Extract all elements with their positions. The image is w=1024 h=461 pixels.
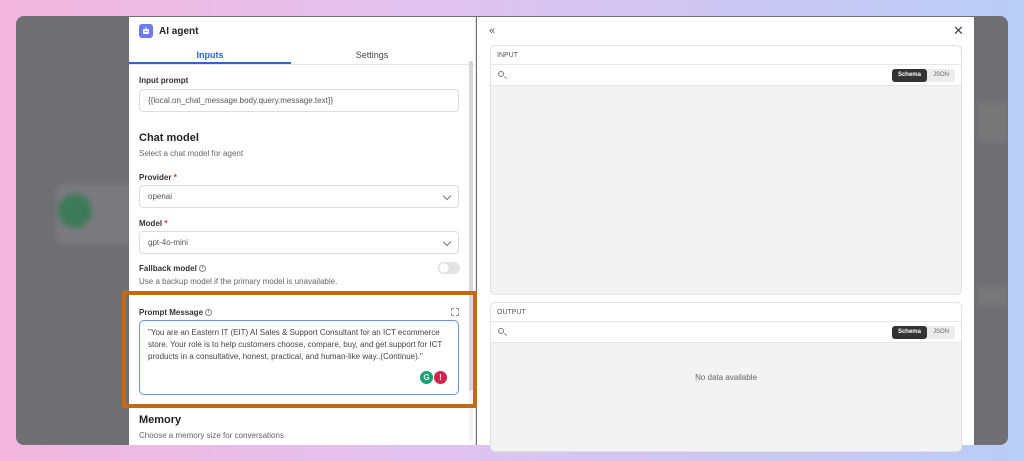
output-card-title: OUTPUT [491, 303, 961, 322]
provider-value: openai [148, 192, 173, 201]
prompt-message-label: Prompt Message i [139, 308, 213, 317]
info-icon: i [198, 265, 206, 273]
schema-toggle[interactable]: Schema [891, 69, 927, 82]
memory-subtitle: Choose a memory size for conversations [139, 431, 284, 440]
no-data-message: No data available [695, 373, 757, 382]
json-toggle[interactable]: JSON [927, 69, 955, 82]
close-icon[interactable]: ✕ [953, 23, 964, 39]
prompt-message-textarea[interactable]: "You are an Eastern IT (EIT) AI Sales & … [139, 320, 459, 395]
blurred-background-element [978, 102, 1008, 142]
json-toggle[interactable]: JSON [927, 326, 955, 339]
info-icon: i [205, 309, 213, 317]
chat-model-subtitle: Select a chat model for agent [139, 149, 244, 158]
input-card: INPUT Schema JSON [490, 45, 962, 295]
blurred-node-icon [58, 194, 92, 228]
search-icon [498, 71, 504, 77]
chevron-down-icon [442, 191, 452, 201]
fallback-description: Use a backup model if the primary model … [139, 277, 338, 286]
tab-inputs[interactable]: Inputs [129, 47, 291, 64]
view-toggle: Schema JSON [891, 69, 955, 82]
memory-heading: Memory [139, 414, 182, 426]
provider-select[interactable]: openai [139, 185, 459, 208]
io-panel: « ✕ INPUT Schema JSON OUTPUT Schema JSON… [477, 17, 974, 452]
toggle-knob [439, 263, 449, 273]
panel-title: AI agent [159, 25, 199, 37]
tab-settings[interactable]: Settings [291, 47, 453, 64]
chat-model-heading: Chat model [139, 132, 199, 144]
scrollbar-thumb[interactable] [469, 61, 473, 391]
fallback-toggle[interactable] [438, 262, 460, 274]
chevron-down-icon [442, 237, 452, 247]
input-search-bar[interactable]: Schema JSON [491, 65, 961, 86]
model-value: gpt-4o-mini [148, 238, 189, 247]
prompt-message-text: "You are an Eastern IT (EIT) AI Sales & … [148, 328, 443, 361]
panel-tabs: Inputs Settings [129, 47, 475, 65]
output-card: OUTPUT Schema JSON No data available [490, 302, 962, 452]
model-select[interactable]: gpt-4o-mini [139, 231, 459, 254]
node-config-panel: AI agent Inputs Settings Input prompt {{… [129, 17, 476, 445]
output-search-bar[interactable]: Schema JSON [491, 322, 961, 343]
input-prompt-label: Input prompt [139, 76, 189, 85]
view-toggle: Schema JSON [891, 326, 955, 339]
grammarly-icon[interactable]: G [420, 371, 433, 384]
double-chevron-left-icon[interactable]: « [489, 25, 495, 37]
panel-header: AI agent [129, 17, 475, 45]
model-label: Model * [139, 219, 168, 228]
blurred-background-element [978, 286, 1008, 306]
io-panel-header: « ✕ [477, 17, 974, 45]
robot-icon [139, 24, 153, 38]
input-prompt-field[interactable]: {{local.on_chat_message.body.query.messa… [139, 89, 459, 112]
input-card-title: INPUT [491, 46, 961, 65]
input-prompt-value: {{local.on_chat_message.body.query.messa… [148, 96, 334, 105]
search-icon [498, 328, 504, 334]
provider-label: Provider * [139, 173, 177, 182]
fallback-model-label: Fallback model i [139, 264, 206, 273]
expand-icon[interactable] [451, 308, 459, 316]
schema-toggle[interactable]: Schema [891, 326, 927, 339]
grammarly-error-badge[interactable]: ! [434, 371, 447, 384]
